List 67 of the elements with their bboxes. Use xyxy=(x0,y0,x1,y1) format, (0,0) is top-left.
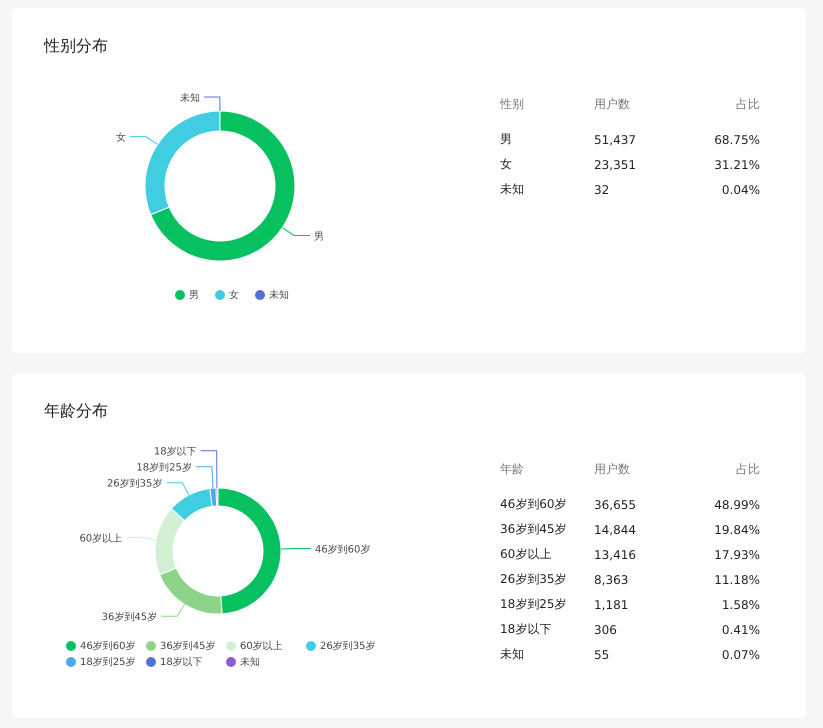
table-cell-text: 18岁到25岁 xyxy=(500,596,568,613)
table-cell-text: 0.41% xyxy=(720,622,760,638)
legend-item[interactable]: 46岁到60岁 xyxy=(66,639,146,653)
table-cell-text: 0.07% xyxy=(720,646,760,664)
table-cell-text: 60岁以上 xyxy=(500,546,552,563)
table-cell-text: 男 xyxy=(500,131,513,148)
legend-label: 女 xyxy=(229,289,239,302)
legend-label: 18岁以下 xyxy=(160,656,203,669)
slice-label: 18岁到25岁 xyxy=(136,462,192,474)
table-cell-text: 23,351 xyxy=(594,156,637,174)
legend-item[interactable]: 未知 xyxy=(226,655,306,669)
legend-item[interactable]: 男 xyxy=(175,288,199,302)
table-cell-text: 8,363 xyxy=(594,572,630,588)
table-cell-text: 13,416 xyxy=(594,546,637,564)
legend-item[interactable]: 未知 xyxy=(255,288,289,302)
table-cell-text: 未知 xyxy=(500,181,525,198)
table-cell-text: 306 xyxy=(594,622,618,638)
table-cell-text: 1.58% xyxy=(720,596,760,614)
legend-label: 未知 xyxy=(240,656,260,669)
legend-label: 未知 xyxy=(269,288,289,302)
table-cell-text: 18岁以下 xyxy=(500,621,552,638)
legend-label: 36岁到45岁 xyxy=(160,640,216,653)
legend-label: 46岁到60岁 xyxy=(80,640,136,653)
card-title: 性别分布 xyxy=(44,36,109,57)
legend-item[interactable]: 60岁以上 xyxy=(226,639,306,653)
legend-label: 60岁以上 xyxy=(240,640,283,653)
table-cell-text: 68.75% xyxy=(713,132,760,148)
table-cell-text: 19.84% xyxy=(713,522,760,538)
column-header: 性别 xyxy=(500,96,594,127)
table-cell-text: 17.93% xyxy=(713,546,760,564)
table-cell-text: 46岁到60岁 xyxy=(500,496,568,513)
slice-label: 男 xyxy=(314,231,324,242)
legend-item[interactable]: 女 xyxy=(215,288,239,302)
table-cell-text: 0.04% xyxy=(720,182,760,198)
card-title: 年龄分布 xyxy=(44,401,109,422)
legend-label: 男 xyxy=(189,289,199,302)
slice-label: 46岁到60岁 xyxy=(314,544,370,556)
table-cell-text: 48.99% xyxy=(713,496,760,514)
slice-label: 女 xyxy=(116,132,126,144)
table-cell-text: 36,655 xyxy=(594,496,637,514)
table-cell-text: 女 xyxy=(500,156,513,173)
column-header: 占比 xyxy=(735,96,760,113)
table-cell-text: 1,181 xyxy=(594,596,630,614)
legend-item[interactable]: 18岁以下 xyxy=(146,655,226,669)
column-header: 用户数 xyxy=(594,96,631,113)
table-cell-text: 36岁到45岁 xyxy=(500,521,568,538)
slice-label: 36岁到45岁 xyxy=(102,612,158,624)
table-cell-text: 14,844 xyxy=(594,522,637,538)
table-cell-text: 26岁到35岁 xyxy=(500,571,568,588)
table-cell-text: 未知 xyxy=(500,646,525,663)
column-header: 占比 xyxy=(735,461,760,478)
table-cell-text: 55 xyxy=(594,646,610,664)
column-header: 用户数 xyxy=(594,461,631,478)
slice-label: 26岁到35岁 xyxy=(106,478,162,490)
table-cell-text: 31.21% xyxy=(713,156,760,174)
slice-label: 18岁以下 xyxy=(154,446,197,458)
legend-label: 18岁到25岁 xyxy=(80,656,136,669)
table-cell-text: 51,437 xyxy=(594,132,637,148)
table-cell-text: 11.18% xyxy=(713,572,760,588)
legend-item[interactable]: 36岁到45岁 xyxy=(146,639,226,653)
table-cell-text: 32 xyxy=(594,182,610,198)
legend-item[interactable]: 18岁到25岁 xyxy=(66,655,146,669)
column-header: 年龄 xyxy=(500,461,594,492)
legend-item[interactable]: 26岁到35岁 xyxy=(306,639,386,653)
slice-label: 60岁以上 xyxy=(79,534,122,545)
slice-label: 未知 xyxy=(180,93,200,104)
legend-label: 26岁到35岁 xyxy=(320,640,376,653)
